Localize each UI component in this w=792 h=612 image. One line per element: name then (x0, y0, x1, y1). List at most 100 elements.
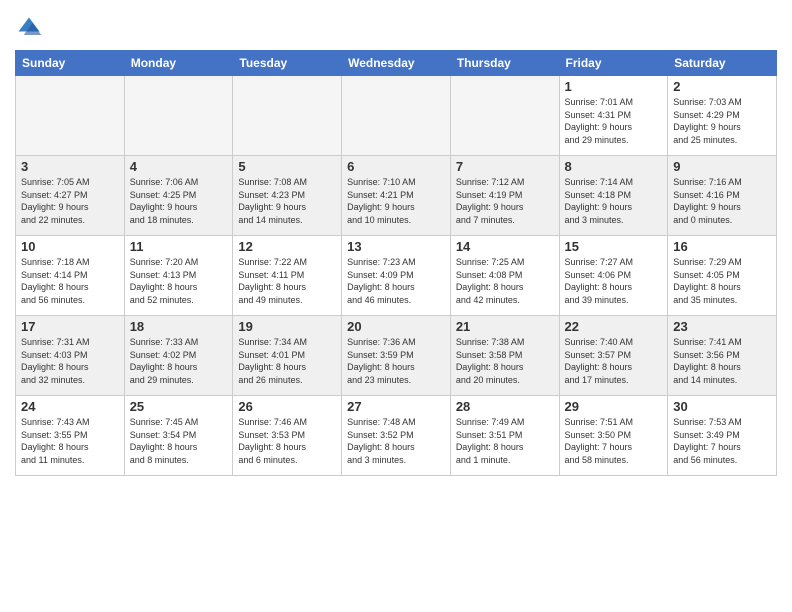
weekday-header-wednesday: Wednesday (342, 51, 451, 76)
weekday-header-thursday: Thursday (450, 51, 559, 76)
logo-icon (15, 14, 43, 42)
day-number: 11 (130, 239, 228, 254)
calendar-week-row: 3 Sunrise: 7:05 AM Sunset: 4:27 PM Daylig… (16, 156, 777, 236)
day-info: Sunrise: 7:20 AM Sunset: 4:13 PM Dayligh… (130, 256, 228, 306)
page: SundayMondayTuesdayWednesdayThursdayFrid… (0, 0, 792, 612)
calendar-cell: 10 Sunrise: 7:18 AM Sunset: 4:14 PM Dayli… (16, 236, 125, 316)
calendar-cell: 19 Sunrise: 7:34 AM Sunset: 4:01 PM Dayli… (233, 316, 342, 396)
calendar-cell: 20Sunrise: 7:36 AM Sunset: 3:59 PM Dayli… (342, 316, 451, 396)
day-info: Sunrise: 7:38 AM Sunset: 3:58 PM Dayligh… (456, 336, 554, 386)
calendar-cell: 15 Sunrise: 7:27 AM Sunset: 4:06 PM Dayli… (559, 236, 668, 316)
calendar-cell: 16 Sunrise: 7:29 AM Sunset: 4:05 PM Dayli… (668, 236, 777, 316)
calendar-cell: 17 Sunrise: 7:31 AM Sunset: 4:03 PM Dayli… (16, 316, 125, 396)
day-info: Sunrise: 7:03 AM Sunset: 4:29 PM Dayligh… (673, 96, 771, 146)
day-number: 20 (347, 319, 445, 334)
day-number: 30 (673, 399, 771, 414)
day-info: Sunrise: 7:45 AM Sunset: 3:54 PM Dayligh… (130, 416, 228, 466)
day-number: 15 (565, 239, 663, 254)
day-info: Sunrise: 7:34 AM Sunset: 4:01 PM Dayligh… (238, 336, 336, 386)
weekday-header-tuesday: Tuesday (233, 51, 342, 76)
calendar-cell: 22 Sunrise: 7:40 AM Sunset: 3:57 PM Dayli… (559, 316, 668, 396)
day-number: 12 (238, 239, 336, 254)
day-number: 4 (130, 159, 228, 174)
calendar-cell: 7 Sunrise: 7:12 AM Sunset: 4:19 PM Daylig… (450, 156, 559, 236)
calendar-cell (16, 76, 125, 156)
day-info: Sunrise: 7:29 AM Sunset: 4:05 PM Dayligh… (673, 256, 771, 306)
day-number: 19 (238, 319, 336, 334)
calendar-cell (450, 76, 559, 156)
day-info: Sunrise: 7:41 AM Sunset: 3:56 PM Dayligh… (673, 336, 771, 386)
day-number: 26 (238, 399, 336, 414)
header (15, 10, 777, 42)
calendar-cell: 12 Sunrise: 7:22 AM Sunset: 4:11 PM Dayli… (233, 236, 342, 316)
day-info: Sunrise: 7:06 AM Sunset: 4:25 PM Dayligh… (130, 176, 228, 226)
calendar-week-row: 17 Sunrise: 7:31 AM Sunset: 4:03 PM Dayli… (16, 316, 777, 396)
day-info: Sunrise: 7:22 AM Sunset: 4:11 PM Dayligh… (238, 256, 336, 306)
logo (15, 14, 45, 42)
weekday-header-sunday: Sunday (16, 51, 125, 76)
calendar-cell: 25Sunrise: 7:45 AM Sunset: 3:54 PM Dayli… (124, 396, 233, 476)
calendar-cell (342, 76, 451, 156)
day-info: Sunrise: 7:48 AM Sunset: 3:52 PM Dayligh… (347, 416, 445, 466)
day-info: Sunrise: 7:05 AM Sunset: 4:27 PM Dayligh… (21, 176, 119, 226)
day-info: Sunrise: 7:43 AM Sunset: 3:55 PM Dayligh… (21, 416, 119, 466)
day-info: Sunrise: 7:31 AM Sunset: 4:03 PM Dayligh… (21, 336, 119, 386)
calendar-cell: 5 Sunrise: 7:08 AM Sunset: 4:23 PM Daylig… (233, 156, 342, 236)
day-info: Sunrise: 7:40 AM Sunset: 3:57 PM Dayligh… (565, 336, 663, 386)
day-info: Sunrise: 7:01 AM Sunset: 4:31 PM Dayligh… (565, 96, 663, 146)
day-info: Sunrise: 7:08 AM Sunset: 4:23 PM Dayligh… (238, 176, 336, 226)
day-info: Sunrise: 7:27 AM Sunset: 4:06 PM Dayligh… (565, 256, 663, 306)
calendar-week-row: 10 Sunrise: 7:18 AM Sunset: 4:14 PM Dayli… (16, 236, 777, 316)
day-number: 14 (456, 239, 554, 254)
calendar-cell: 23 Sunrise: 7:41 AM Sunset: 3:56 PM Dayli… (668, 316, 777, 396)
day-info: Sunrise: 7:10 AM Sunset: 4:21 PM Dayligh… (347, 176, 445, 226)
day-number: 5 (238, 159, 336, 174)
day-number: 6 (347, 159, 445, 174)
day-number: 17 (21, 319, 119, 334)
day-number: 7 (456, 159, 554, 174)
calendar-cell: 24Sunrise: 7:43 AM Sunset: 3:55 PM Dayli… (16, 396, 125, 476)
calendar-cell: 4 Sunrise: 7:06 AM Sunset: 4:25 PM Daylig… (124, 156, 233, 236)
calendar-week-row: 1 Sunrise: 7:01 AM Sunset: 4:31 PM Daylig… (16, 76, 777, 156)
day-number: 1 (565, 79, 663, 94)
day-number: 18 (130, 319, 228, 334)
calendar-cell: 11 Sunrise: 7:20 AM Sunset: 4:13 PM Dayli… (124, 236, 233, 316)
day-info: Sunrise: 7:16 AM Sunset: 4:16 PM Dayligh… (673, 176, 771, 226)
day-number: 8 (565, 159, 663, 174)
calendar-cell: 14 Sunrise: 7:25 AM Sunset: 4:08 PM Dayli… (450, 236, 559, 316)
calendar-week-row: 24Sunrise: 7:43 AM Sunset: 3:55 PM Dayli… (16, 396, 777, 476)
day-number: 29 (565, 399, 663, 414)
day-number: 27 (347, 399, 445, 414)
calendar-cell: 30Sunrise: 7:53 AM Sunset: 3:49 PM Dayli… (668, 396, 777, 476)
day-number: 9 (673, 159, 771, 174)
day-number: 10 (21, 239, 119, 254)
calendar-cell: 3 Sunrise: 7:05 AM Sunset: 4:27 PM Daylig… (16, 156, 125, 236)
weekday-header-saturday: Saturday (668, 51, 777, 76)
calendar-cell: 2Sunrise: 7:03 AM Sunset: 4:29 PM Daylig… (668, 76, 777, 156)
day-info: Sunrise: 7:14 AM Sunset: 4:18 PM Dayligh… (565, 176, 663, 226)
day-info: Sunrise: 7:18 AM Sunset: 4:14 PM Dayligh… (21, 256, 119, 306)
weekday-header-row: SundayMondayTuesdayWednesdayThursdayFrid… (16, 51, 777, 76)
day-number: 16 (673, 239, 771, 254)
calendar-cell: 27 Sunrise: 7:48 AM Sunset: 3:52 PM Dayli… (342, 396, 451, 476)
day-number: 3 (21, 159, 119, 174)
calendar-cell: 18 Sunrise: 7:33 AM Sunset: 4:02 PM Dayli… (124, 316, 233, 396)
weekday-header-monday: Monday (124, 51, 233, 76)
calendar-cell: 13Sunrise: 7:23 AM Sunset: 4:09 PM Dayli… (342, 236, 451, 316)
calendar-cell: 6 Sunrise: 7:10 AM Sunset: 4:21 PM Daylig… (342, 156, 451, 236)
day-info: Sunrise: 7:12 AM Sunset: 4:19 PM Dayligh… (456, 176, 554, 226)
day-info: Sunrise: 7:51 AM Sunset: 3:50 PM Dayligh… (565, 416, 663, 466)
day-number: 13 (347, 239, 445, 254)
calendar-cell: 26Sunrise: 7:46 AM Sunset: 3:53 PM Dayli… (233, 396, 342, 476)
calendar-cell: 29 Sunrise: 7:51 AM Sunset: 3:50 PM Dayli… (559, 396, 668, 476)
weekday-header-friday: Friday (559, 51, 668, 76)
day-number: 23 (673, 319, 771, 334)
calendar-cell: 9 Sunrise: 7:16 AM Sunset: 4:16 PM Daylig… (668, 156, 777, 236)
calendar-cell (124, 76, 233, 156)
day-info: Sunrise: 7:25 AM Sunset: 4:08 PM Dayligh… (456, 256, 554, 306)
day-number: 21 (456, 319, 554, 334)
day-info: Sunrise: 7:49 AM Sunset: 3:51 PM Dayligh… (456, 416, 554, 466)
calendar-cell: 21 Sunrise: 7:38 AM Sunset: 3:58 PM Dayli… (450, 316, 559, 396)
day-info: Sunrise: 7:33 AM Sunset: 4:02 PM Dayligh… (130, 336, 228, 386)
day-number: 22 (565, 319, 663, 334)
